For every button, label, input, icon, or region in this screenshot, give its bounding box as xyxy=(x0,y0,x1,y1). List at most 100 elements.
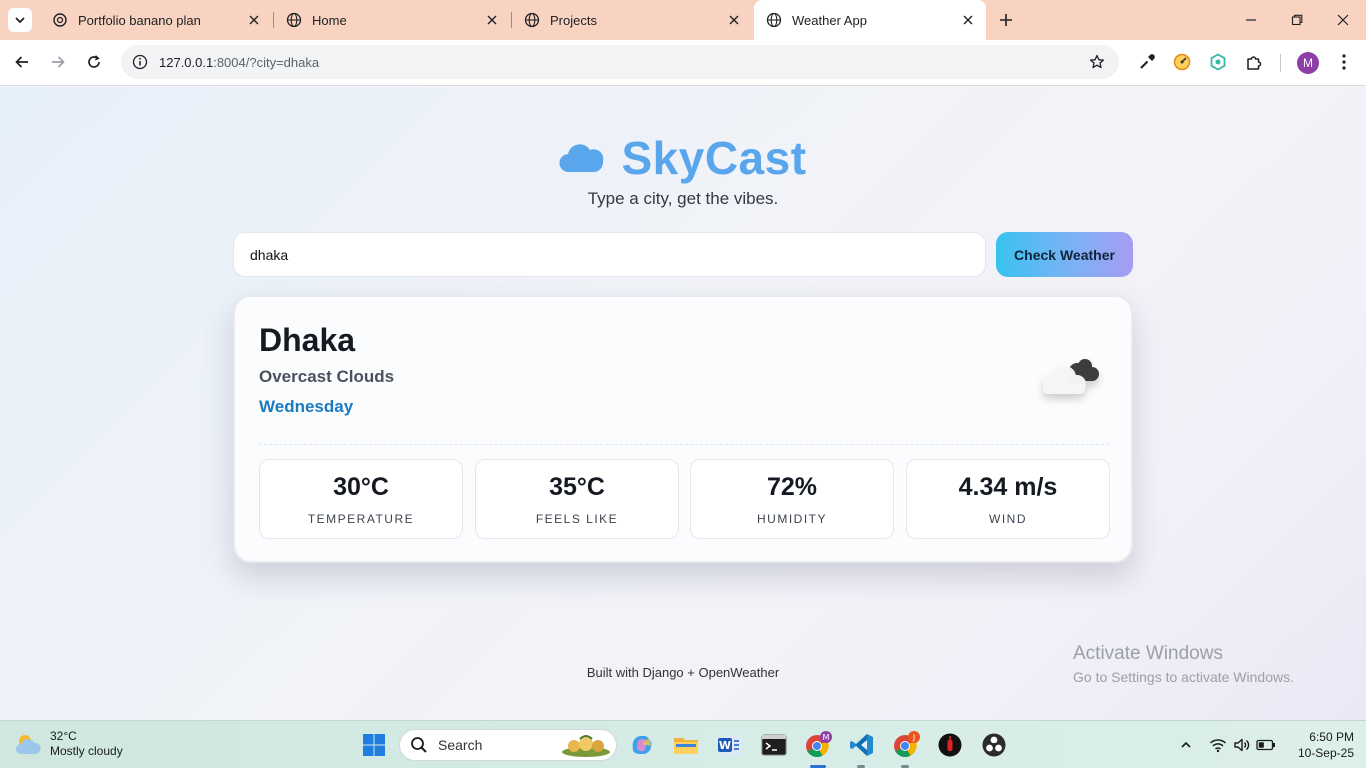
watermark-title: Activate Windows xyxy=(1073,643,1223,664)
humidity-label: HUMIDITY xyxy=(757,511,827,526)
partly-cloudy-icon xyxy=(16,735,41,754)
clock-date: 10-Sep-25 xyxy=(1297,746,1354,760)
humidity-value: 72% xyxy=(766,472,818,501)
stat-wind: 4.34 m/s WIND xyxy=(906,459,1110,539)
arrow-right-icon xyxy=(52,56,65,68)
file-explorer-taskbar-icon[interactable] xyxy=(671,730,701,760)
watermark-subtitle: Go to Settings to activate Windows. xyxy=(1073,669,1294,685)
new-tab-button[interactable] xyxy=(994,8,1018,32)
temperature-value: 30°C xyxy=(333,472,389,501)
address-bar[interactable]: 127.0.0.1:8004/?city=dhaka xyxy=(121,45,1119,79)
taskbar-clock[interactable]: 6:50 PM 10-Sep-25 xyxy=(1284,729,1354,761)
show-hidden-icons-chevron-icon[interactable] xyxy=(1174,733,1198,757)
taskbar-weather-desc: Mostly cloudy xyxy=(50,744,123,758)
globe-icon xyxy=(766,12,782,28)
chrome-badge-m: M xyxy=(823,733,830,742)
stat-temperature: 30°C TEMPERATURE xyxy=(259,459,463,539)
windows-taskbar: 32°C Mostly cloudy Search W M J 6:50 PM … xyxy=(0,720,1366,768)
weather-page: SkyCast Type a city, get the vibes. dhak… xyxy=(0,87,1366,720)
site-info-icon[interactable] xyxy=(123,45,157,79)
url-host: 127.0.0.1 xyxy=(159,54,214,70)
globe-icon xyxy=(286,12,302,28)
taskbar-search-box[interactable]: Search xyxy=(399,729,617,761)
tab-label: Portfolio banano plan xyxy=(78,12,201,28)
city-name: Dhaka xyxy=(259,322,356,358)
close-icon[interactable] xyxy=(958,10,978,30)
clock-time: 6:50 PM xyxy=(1309,730,1354,744)
app-title: SkyCast xyxy=(621,132,807,184)
tab-strip: Portfolio banano plan Home Projects Weat… xyxy=(0,0,1366,40)
bomber-app-taskbar-icon[interactable] xyxy=(935,730,965,760)
cloud-logo-icon xyxy=(559,144,604,173)
taskbar-weather-widget[interactable]: 32°C Mostly cloudy xyxy=(14,729,123,759)
terminal-taskbar-icon[interactable] xyxy=(759,730,789,760)
battery-icon[interactable] xyxy=(1254,733,1278,757)
plus-icon xyxy=(1000,14,1012,26)
search-icon xyxy=(411,737,427,753)
weather-card: Dhaka Overcast Clouds Wednesday 30°C TEM… xyxy=(233,295,1133,563)
chrome-profile-j-taskbar-icon[interactable]: J xyxy=(891,730,921,760)
city-search-input[interactable]: dhaka xyxy=(233,232,986,277)
stat-feels-like: 35°C FEELS LIKE xyxy=(475,459,679,539)
volume-icon[interactable] xyxy=(1230,733,1254,757)
obs-studio-taskbar-icon[interactable] xyxy=(979,730,1009,760)
tab-weather-app[interactable]: Weather App xyxy=(754,0,986,40)
stat-humidity: 72% HUMIDITY xyxy=(690,459,894,539)
puzzle-extensions-icon[interactable] xyxy=(1243,51,1265,73)
browser-toolbar: 127.0.0.1:8004/?city=dhaka M xyxy=(0,40,1366,86)
chrome-profile-m-taskbar-icon[interactable]: M xyxy=(803,730,833,760)
url-path: :8004/?city=dhaka xyxy=(213,54,320,70)
close-icon[interactable] xyxy=(482,10,502,30)
chrome-badge-j: J xyxy=(912,733,915,742)
restore-button[interactable] xyxy=(1274,0,1320,40)
windows-logo-icon xyxy=(363,734,385,756)
minimize-button[interactable] xyxy=(1228,0,1274,40)
tab-projects[interactable]: Projects xyxy=(512,4,752,36)
globe-icon xyxy=(524,12,540,28)
minimize-icon xyxy=(1246,19,1256,21)
close-icon[interactable] xyxy=(244,10,264,30)
wind-label: WIND xyxy=(989,511,1027,526)
toolbar-divider xyxy=(1280,54,1281,72)
wifi-icon[interactable] xyxy=(1206,733,1230,757)
more-menu-icon[interactable] xyxy=(1333,51,1355,73)
close-icon[interactable] xyxy=(724,10,744,30)
tagline: Type a city, get the vibes. xyxy=(587,189,779,208)
feels-like-label: FEELS LIKE xyxy=(535,511,619,526)
weather-condition: Overcast Clouds xyxy=(259,367,395,386)
restore-icon xyxy=(1291,14,1303,26)
tab-portfolio[interactable]: Portfolio banano plan xyxy=(40,4,272,36)
card-divider xyxy=(259,444,1109,445)
reload-button[interactable] xyxy=(79,47,109,77)
vscode-taskbar-icon[interactable] xyxy=(847,730,877,760)
eyedropper-extension-icon[interactable] xyxy=(1136,51,1158,73)
feels-like-value: 35°C xyxy=(549,472,605,501)
codeium-extension-icon[interactable] xyxy=(1207,51,1229,73)
word-taskbar-icon[interactable]: W xyxy=(715,730,745,760)
reload-icon xyxy=(88,55,100,68)
windows-start-button[interactable] xyxy=(359,730,389,760)
copilot-taskbar-icon[interactable] xyxy=(627,730,657,760)
bookmark-star-icon[interactable] xyxy=(1087,52,1107,72)
back-button[interactable] xyxy=(7,47,37,77)
weekday: Wednesday xyxy=(259,397,354,416)
url-text[interactable]: 127.0.0.1:8004/?city=dhaka xyxy=(159,55,319,70)
chevron-down-icon xyxy=(15,17,25,24)
chatgpt-icon xyxy=(52,12,68,28)
check-weather-button[interactable]: Check Weather xyxy=(996,232,1133,277)
brand-header: SkyCast xyxy=(0,131,1366,185)
tab-search-button[interactable] xyxy=(8,8,32,32)
temperature-label: TEMPERATURE xyxy=(307,511,415,526)
overcast-clouds-icon xyxy=(1043,359,1099,394)
search-highlight-illustration-icon xyxy=(562,735,610,757)
forward-button[interactable] xyxy=(43,47,73,77)
speedometer-extension-icon[interactable] xyxy=(1171,51,1193,73)
wind-value: 4.34 m/s xyxy=(958,472,1058,501)
tab-label: Projects xyxy=(550,12,597,28)
activate-windows-watermark: Activate Windows Go to Settings to activ… xyxy=(1073,643,1294,685)
close-window-button[interactable] xyxy=(1320,0,1366,40)
taskbar-weather-temp: 32°C xyxy=(50,729,77,743)
tab-label: Home xyxy=(312,12,347,28)
tab-home[interactable]: Home xyxy=(274,4,510,36)
profile-avatar[interactable]: M xyxy=(1297,52,1319,74)
